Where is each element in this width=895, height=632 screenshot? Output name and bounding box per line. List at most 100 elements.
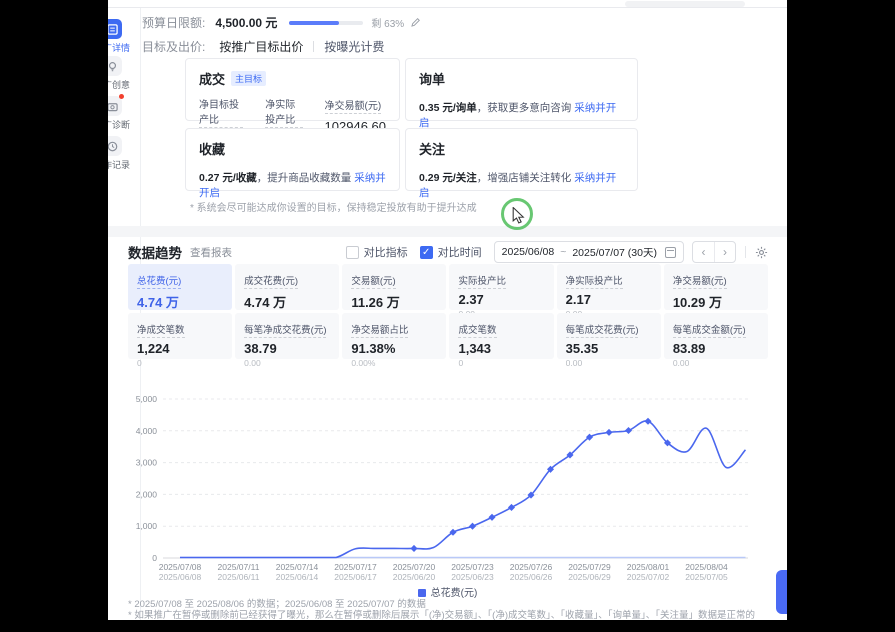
svg-text:2025/06/17: 2025/06/17 — [334, 572, 377, 582]
sidebar-item-label: 推广创意 — [108, 78, 140, 91]
metric-cell[interactable]: 成交花费(元)4.74 万0.00 — [235, 264, 339, 310]
card-title: 成交 主目标 — [199, 69, 386, 88]
card-title-text: 成交 — [199, 69, 225, 88]
controls-divider — [745, 246, 746, 258]
svg-text:4,000: 4,000 — [136, 426, 158, 436]
metric-cell[interactable]: 每笔成交金额(元)83.890.00 — [664, 313, 768, 359]
svg-text:2,000: 2,000 — [136, 489, 158, 499]
svg-text:2025/07/29: 2025/07/29 — [568, 562, 611, 572]
screen: 推广详情 推广创意 推广诊断 操作记录 — [0, 0, 895, 632]
tab-bid-by-impression[interactable]: 按曝光计费 — [324, 38, 384, 55]
metric-cell-label: 每笔成交花费(元) — [566, 322, 639, 338]
card-title-text: 询单 — [419, 69, 445, 88]
svg-text:2025/07/17: 2025/07/17 — [334, 562, 377, 572]
trend-title: 数据趋势 — [128, 242, 182, 262]
sidebar-item-detail[interactable]: 推广详情 — [108, 19, 140, 54]
clock-icon — [108, 136, 122, 156]
main-content: 推广详情 推广创意 推广诊断 操作记录 — [108, 0, 787, 620]
metric-cell[interactable]: 实际投产比2.370.00 — [449, 264, 553, 310]
metric-cell-value: 2.17 — [566, 292, 652, 307]
goal-card-deal[interactable]: 成交 主目标 净目标投产比ⓘ 2.45 净实际投产比 2.17 净交易额(元) … — [185, 58, 400, 121]
date-pager: ‹ › — [692, 241, 736, 263]
metric-cell-label: 交易额(元) — [351, 273, 395, 289]
metric-cell-compare-value: 0.00% — [351, 358, 437, 368]
metric-cell-label: 净交易额(元) — [673, 273, 727, 289]
sidebar-item-label: 推广详情 — [108, 41, 140, 54]
metric-cell-label: 总花费(元) — [137, 273, 181, 289]
settings-gear-icon[interactable] — [755, 246, 768, 259]
legend-label: 总花费(元) — [431, 588, 478, 599]
metric-cell-compare-value: 0.00 — [566, 358, 652, 368]
metric-cell-label: 实际投产比 — [458, 273, 506, 289]
sidebar-item-label: 操作记录 — [108, 158, 140, 171]
metric-cell[interactable]: 每笔成交花费(元)35.350.00 — [557, 313, 661, 359]
metric-cell-value: 4.74 万 — [137, 292, 223, 311]
tab-divider — [313, 41, 314, 52]
goal-card-favorite[interactable]: 收藏 0.27 元/收藏，提升商品收藏数量 采纳并开启 — [185, 128, 400, 191]
bid-mode-tabs: 按推广目标出价 按曝光计费 — [219, 38, 384, 55]
sidebar-item-history[interactable]: 操作记录 — [108, 136, 140, 171]
metric-label: 净实际投产比 — [265, 96, 302, 128]
section-divider — [108, 226, 787, 237]
svg-text:2025/07/08: 2025/07/08 — [159, 562, 202, 572]
metric-cell[interactable]: 每笔净成交花费(元)38.790.00 — [235, 313, 339, 359]
budget-progress-bar[interactable] — [289, 21, 363, 25]
metric-cell-value: 1,224 — [137, 341, 223, 356]
compare-metric-checkbox[interactable] — [346, 246, 359, 259]
trend-line-chart[interactable]: 01,0002,0003,0004,0005,0002025/07/082025… — [108, 378, 787, 584]
calendar-icon — [665, 247, 676, 258]
top-bar — [108, 0, 787, 8]
trend-header: 数据趋势 查看报表 对比指标 ✓ 对比时间 2025/06/08 ~ 2025/… — [128, 241, 768, 263]
svg-text:0: 0 — [152, 553, 157, 563]
next-period-button[interactable]: › — [714, 242, 735, 262]
metric-cell[interactable]: 交易额(元)11.26 万0.00 — [342, 264, 446, 310]
goal-bid-row: 目标及出价: 按推广目标出价 按曝光计费 — [142, 38, 384, 55]
metric-cell[interactable]: 净交易额占比91.38%0.00% — [342, 313, 446, 359]
date-end: 2025/07/07 (30天) — [572, 245, 657, 260]
trend-controls: 对比指标 ✓ 对比时间 2025/06/08 ~ 2025/07/07 (30天… — [346, 241, 768, 263]
metric-cell[interactable]: 净成交笔数1,2240 — [128, 313, 232, 359]
sidebar-item-diagnose[interactable]: 推广诊断 — [108, 96, 140, 131]
budget-label: 预算日限额: — [142, 14, 205, 31]
sidebar-item-creative[interactable]: 推广创意 — [108, 56, 140, 91]
card-title: 询单 — [419, 69, 624, 88]
metric-cells-row1: 总花费(元)4.74 万0.00成交花费(元)4.74 万0.00交易额(元)1… — [128, 264, 768, 310]
floating-side-button[interactable] — [776, 570, 787, 614]
compare-time-checkbox[interactable]: ✓ — [420, 246, 433, 259]
notification-dot — [119, 94, 124, 99]
primary-goal-badge: 主目标 — [231, 71, 266, 86]
metric-cell-value: 11.26 万 — [351, 292, 437, 311]
metric-cell-label: 净交易额占比 — [351, 322, 408, 338]
metric-cell-value: 91.38% — [351, 341, 437, 356]
mouse-cursor — [512, 207, 525, 229]
metric-cell-label: 净成交笔数 — [137, 322, 185, 338]
goal-card-follow[interactable]: 关注 0.29 元/关注，增强店铺关注转化 采纳并开启 — [405, 128, 638, 191]
edit-budget-icon[interactable] — [410, 17, 421, 28]
budget-progress-fill — [289, 21, 339, 25]
prev-period-button[interactable]: ‹ — [693, 242, 714, 262]
svg-text:2025/06/23: 2025/06/23 — [451, 572, 494, 582]
tab-bid-by-goal[interactable]: 按推广目标出价 — [219, 38, 303, 55]
card-title-text: 关注 — [419, 139, 445, 158]
budget-value: 4,500.00 元 — [215, 14, 277, 31]
svg-text:2025/08/01: 2025/08/01 — [627, 562, 670, 572]
goal-card-inquiry[interactable]: 询单 0.35 元/询单，获取更多意向咨询 采纳并开启 — [405, 58, 638, 121]
goal-note: * 系统会尽可能达成你设置的目标，保持稳定投放有助于提升达成 — [190, 199, 477, 214]
metric-cell[interactable]: 净交易额(元)10.29 万0.00 — [664, 264, 768, 310]
metric-cell-value: 35.35 — [566, 341, 652, 356]
svg-text:2025/07/05: 2025/07/05 — [685, 572, 728, 582]
metric-cell-label: 成交笔数 — [458, 322, 496, 338]
metric-cell[interactable]: 总花费(元)4.74 万0.00 — [128, 264, 232, 310]
metric-cell[interactable]: 净实际投产比2.170.00 — [557, 264, 661, 310]
topbar-button-partial[interactable] — [625, 1, 745, 7]
date-start: 2025/06/08 — [502, 246, 555, 258]
metric-cell-label: 每笔净成交花费(元) — [244, 322, 326, 338]
card-title-text: 收藏 — [199, 139, 225, 158]
date-range-picker[interactable]: 2025/06/08 ~ 2025/07/07 (30天) — [494, 241, 684, 263]
view-report-link[interactable]: 查看报表 — [190, 245, 232, 260]
metric-cell[interactable]: 成交笔数1,3430 — [449, 313, 553, 359]
svg-text:2025/06/08: 2025/06/08 — [159, 572, 202, 582]
metric-cell-value: 1,343 — [458, 341, 544, 356]
svg-text:2025/07/02: 2025/07/02 — [627, 572, 670, 582]
svg-text:2025/07/11: 2025/07/11 — [218, 562, 260, 572]
